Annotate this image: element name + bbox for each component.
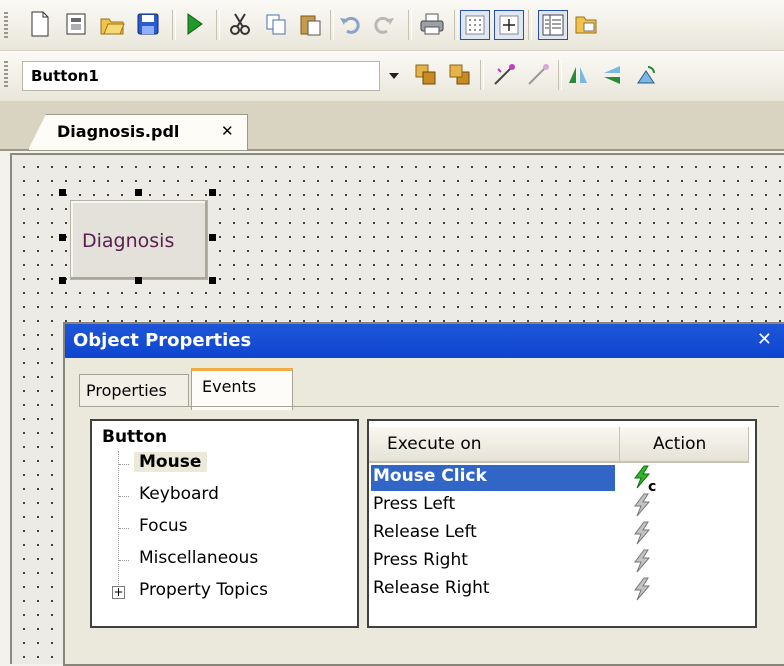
copy-icon[interactable] [262,10,290,38]
tree-root[interactable]: Button [102,427,167,447]
document-tab-strip: Diagnosis.pdl ✕ [0,101,784,151]
toolbar-grip[interactable] [4,61,8,89]
lightning-bolt-icon[interactable] [632,521,654,549]
rotate-icon[interactable] [632,61,660,89]
toolbar-separator [528,10,532,40]
snap-to-grid-icon[interactable] [494,10,524,40]
event-row-press-right[interactable]: Press Right [373,550,468,570]
new-form-icon[interactable] [62,10,90,38]
grid-icon[interactable] [460,10,490,40]
expand-icon[interactable]: + [112,586,125,599]
properties-panel-icon[interactable] [538,10,568,40]
event-row-release-left[interactable]: Release Left [373,522,477,542]
toolbar-separator [216,10,220,40]
close-icon[interactable]: ✕ [757,329,772,350]
run-icon[interactable] [180,10,208,38]
tree-item-property-topics[interactable]: Property Topics [139,580,268,600]
print-icon[interactable] [418,10,446,38]
flip-horizontal-icon[interactable] [564,61,592,89]
tree-item-miscellaneous[interactable]: Miscellaneous [139,548,258,568]
tree-connector [119,528,129,529]
diagnosis-button-object[interactable]: Diagnosis [70,200,208,280]
tree-connector [119,496,129,497]
toolbar-grip[interactable] [4,12,8,38]
flip-vertical-icon[interactable] [598,61,626,89]
dialog-title: Object Properties [73,330,252,351]
undo-icon[interactable] [336,10,364,38]
resize-handle[interactable] [135,277,142,284]
event-row-mouse-click[interactable]: Mouse Click [373,466,487,486]
resize-handle[interactable] [59,234,66,241]
column-label: Action [653,434,707,454]
new-document-icon[interactable] [26,10,54,38]
toolbar-separator [558,60,562,90]
object-selector[interactable]: Button1 [22,61,380,91]
chevron-down-icon[interactable] [382,64,406,88]
bring-to-front-icon[interactable] [412,61,440,89]
event-tree: Button Mouse Keyboard Focus Miscellaneou… [90,419,359,628]
cut-icon[interactable] [226,10,254,38]
dialog-title-bar[interactable]: Object Properties ✕ [65,324,784,358]
main-toolbar [0,0,784,51]
toolbar-separator [408,10,412,40]
tab-label: Properties [86,381,167,400]
library-icon[interactable] [572,10,600,38]
resize-handle[interactable] [59,189,66,196]
resize-handle[interactable] [209,277,216,284]
tree-connector [119,560,129,561]
object-properties-dialog: Object Properties ✕ Properties Events Bu… [63,322,784,666]
toolbar-separator [330,10,334,40]
event-row-press-left[interactable]: Press Left [373,494,455,514]
connector-icon[interactable] [490,61,518,89]
tab-events[interactable]: Events [191,368,293,410]
lightning-bolt-icon[interactable] [632,549,654,577]
resize-handle[interactable] [209,234,216,241]
disconnect-icon[interactable] [524,61,552,89]
tab-label: Diagnosis.pdl [57,122,180,141]
redo-icon[interactable] [370,10,398,38]
lightning-bolt-icon[interactable] [632,577,654,605]
tab-divider [79,406,779,407]
save-icon[interactable] [134,10,162,38]
send-to-back-icon[interactable] [446,61,474,89]
column-header-action[interactable]: Action [620,427,749,463]
toolbar-separator [172,10,176,40]
column-header-execute-on[interactable]: Execute on [369,427,620,463]
tree-item-mouse[interactable]: Mouse [134,452,208,472]
object-selector-value: Button1 [31,67,99,85]
paste-icon[interactable] [296,10,324,38]
toolbar-separator [454,10,458,40]
event-list: Execute on Action Mouse Click Press Left… [367,419,757,628]
tree-item-focus[interactable]: Focus [139,516,188,536]
close-icon[interactable]: ✕ [221,122,234,140]
resize-handle[interactable] [59,277,66,284]
resize-handle[interactable] [209,189,216,196]
lightning-bolt-icon[interactable] [632,493,654,521]
tab-label: Events [202,377,257,396]
toolbar-separator [480,60,484,90]
column-label: Execute on [387,434,482,454]
tree-connector [119,464,129,465]
tree-connector [118,451,119,593]
tab-properties[interactable]: Properties [79,374,189,407]
open-folder-icon[interactable] [98,10,126,38]
tree-item-keyboard[interactable]: Keyboard [139,484,219,504]
button-text: Diagnosis [82,230,175,252]
tab-diagnosis[interactable]: Diagnosis.pdl ✕ [28,114,248,150]
event-row-release-right[interactable]: Release Right [373,578,490,598]
resize-handle[interactable] [135,189,142,196]
